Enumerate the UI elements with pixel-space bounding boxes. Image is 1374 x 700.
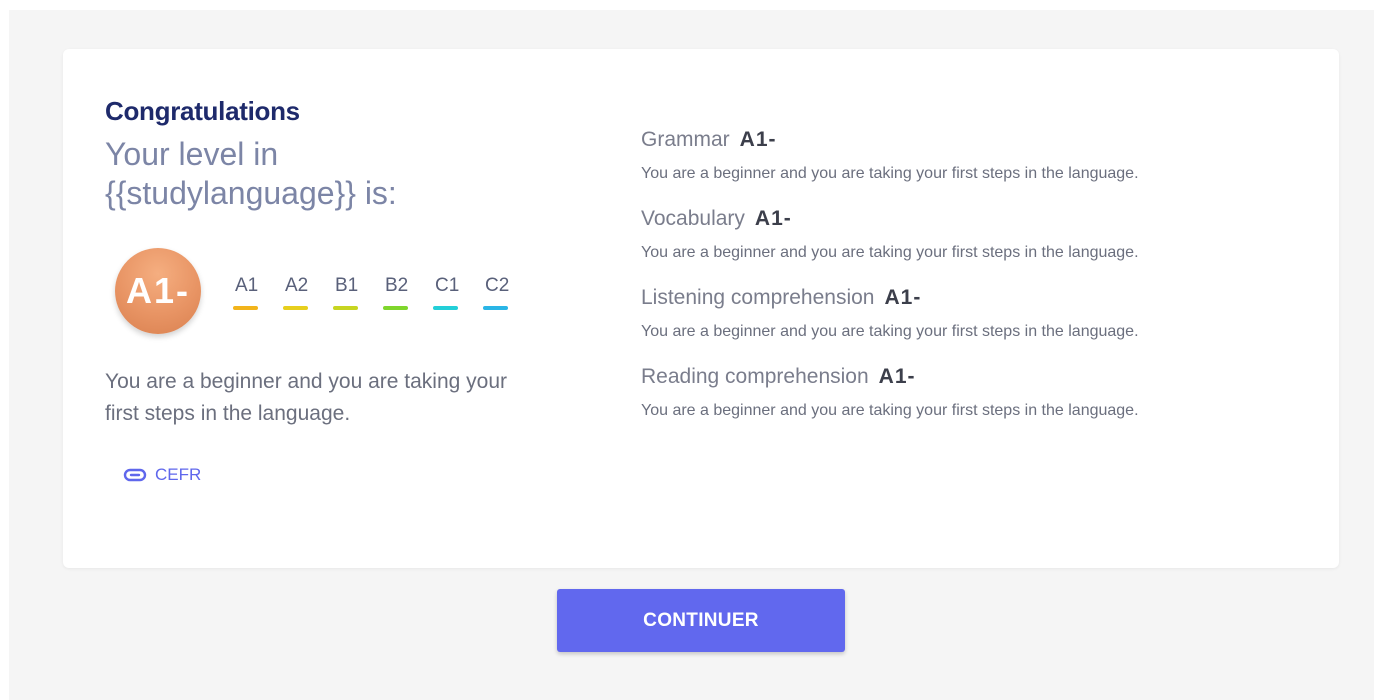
congrats-heading: Congratulations xyxy=(105,96,300,126)
skills-breakdown: Grammar A1- You are a beginner and you ar… xyxy=(641,127,1261,443)
level-heading-line1: Your level in xyxy=(105,136,279,172)
skill-grammar: Grammar A1- You are a beginner and you ar… xyxy=(641,127,1261,184)
skill-level: A1- xyxy=(754,207,792,230)
cefr-scale: A1 A2 B1 B2 C1 C2 xyxy=(233,275,533,310)
cefr-link-label: CEFR xyxy=(155,465,202,484)
result-card: Congratulations Your level in {{studylan… xyxy=(63,49,1339,568)
skill-reading: Reading comprehension A1- You are a begin… xyxy=(641,364,1261,421)
scale-label: C1 xyxy=(435,275,460,296)
scale-item-a2: A2 xyxy=(283,275,333,310)
scale-label: A1 xyxy=(235,275,259,296)
skill-name: Vocabulary xyxy=(641,207,745,230)
scale-label: C2 xyxy=(485,275,510,296)
level-heading-line2: {{studylanguage}} is: xyxy=(105,175,397,211)
scale-bar xyxy=(433,306,458,310)
scale-label: B1 xyxy=(335,275,359,296)
scale-item-b1: B1 xyxy=(333,275,383,310)
level-heading: Your level in {{studylanguage}} is: xyxy=(105,135,545,213)
skill-name: Reading comprehension xyxy=(641,365,869,388)
level-summary: Congratulations Your level in {{studylan… xyxy=(105,95,545,484)
skill-description: You are a beginner and you are taking yo… xyxy=(641,244,1139,261)
scale-item-b2: B2 xyxy=(383,275,433,310)
skill-name: Listening comprehension xyxy=(641,286,875,309)
skill-listening: Listening comprehension A1- You are a beg… xyxy=(641,285,1261,342)
skill-level: A1- xyxy=(884,286,922,309)
level-indicator: A1- A1 A2 B1 B2 C1 C2 xyxy=(115,248,535,338)
skill-description: You are a beginner and you are taking yo… xyxy=(641,323,1139,340)
scale-bar xyxy=(383,306,408,310)
scale-label: A2 xyxy=(285,275,309,296)
level-description: You are a beginner and you are taking yo… xyxy=(105,370,508,425)
scale-item-a1: A1 xyxy=(233,275,283,310)
scale-item-c2: C2 xyxy=(483,275,533,310)
skill-level: A1- xyxy=(739,128,777,151)
scale-bar xyxy=(333,306,358,310)
skill-vocabulary: Vocabulary A1- You are a beginner and you… xyxy=(641,206,1261,263)
skill-name: Grammar xyxy=(641,128,730,151)
cefr-link[interactable]: CEFR xyxy=(123,465,201,485)
continue-button[interactable]: CONTINUER xyxy=(557,589,845,652)
scale-bar xyxy=(233,306,258,310)
scale-label: B2 xyxy=(385,275,409,296)
skill-description: You are a beginner and you are taking yo… xyxy=(641,165,1139,182)
page-background: Congratulations Your level in {{studylan… xyxy=(9,10,1374,700)
skill-description: You are a beginner and you are taking yo… xyxy=(641,402,1139,419)
scale-bar xyxy=(483,306,508,310)
level-badge: A1- xyxy=(115,248,201,334)
skill-level: A1- xyxy=(878,365,916,388)
scale-item-c1: C1 xyxy=(433,275,483,310)
link-icon xyxy=(123,468,147,482)
scale-bar xyxy=(283,306,308,310)
